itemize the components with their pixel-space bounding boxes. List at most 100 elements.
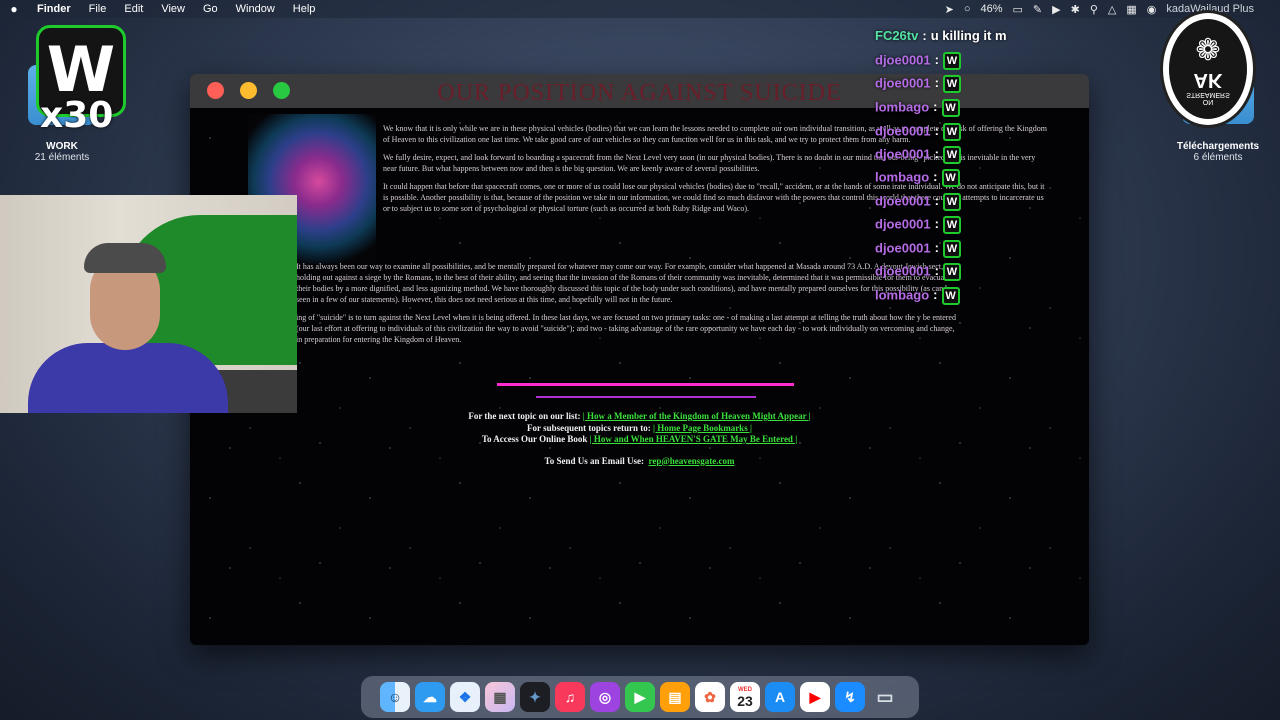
- chat-username: djoe0001: [875, 216, 931, 232]
- chat-username: lombago: [875, 99, 930, 115]
- chat-username: djoe0001: [875, 193, 931, 209]
- chat-line: djoe0001: W: [875, 263, 961, 281]
- chat-line: djoe0001: W: [875, 123, 961, 141]
- chat-line: FC26tv: u killing it m: [875, 28, 1007, 43]
- chat-line: djoe0001: W: [875, 52, 961, 70]
- w-emote-icon: W: [941, 287, 960, 305]
- menu-bar: ● Finder File Edit View Go Window Help ➤…: [0, 0, 1280, 18]
- menu-app-finder[interactable]: Finder: [28, 3, 80, 15]
- chat-separator: :: [934, 263, 939, 279]
- work-folder-name: WORK: [46, 141, 78, 152]
- menu-window[interactable]: Window: [227, 3, 284, 15]
- chat-separator: :: [933, 169, 938, 185]
- dock: ☺ ☁ ❖ ▦ ✦ ♫ ◎ ▶ ▤ ✿ WED 23 A ▶ ↯ ▭: [361, 676, 919, 718]
- trash-icon[interactable]: ▭: [870, 682, 900, 712]
- chat-separator: :: [922, 28, 927, 43]
- photos-icon[interactable]: ✿: [695, 682, 725, 712]
- chat-separator: :: [934, 216, 939, 232]
- menu-view[interactable]: View: [152, 3, 194, 15]
- books-icon[interactable]: ▤: [660, 682, 690, 712]
- footer-bookmarks-link[interactable]: | Home Page Bookmarks |: [653, 423, 752, 433]
- menu-go[interactable]: Go: [194, 3, 227, 15]
- footer-subsequent-label: For subsequent topics return to:: [527, 422, 651, 433]
- chat-line: lombago: W: [875, 99, 960, 117]
- chat-separator: :: [934, 193, 939, 209]
- downloads-folder-label[interactable]: Téléchargements 6 éléments: [1160, 141, 1276, 163]
- chat-username: FC26tv: [875, 28, 919, 43]
- chat-separator: :: [934, 123, 939, 139]
- siri-icon[interactable]: ◉: [1147, 3, 1157, 16]
- footer-email-row: To Send Us an Email Use: rep@heavensgate…: [190, 456, 1089, 468]
- chat-separator: :: [934, 146, 939, 162]
- article-body-lower: It has always been our way to examine al…: [296, 261, 962, 352]
- facetime-icon[interactable]: ▶: [625, 682, 655, 712]
- music-icon[interactable]: ♫: [555, 682, 585, 712]
- chat-line: djoe0001: W: [875, 216, 961, 234]
- webcam-person-body: [28, 343, 228, 413]
- chat-line: lombago: W: [875, 287, 960, 305]
- w-emote-icon: W: [943, 146, 961, 164]
- menu-help[interactable]: Help: [284, 3, 325, 15]
- youtube-icon[interactable]: ▶: [800, 682, 830, 712]
- w-emote-icon: W: [941, 169, 960, 187]
- webcam-person-cap: [84, 243, 166, 273]
- chat-separator: :: [934, 240, 939, 256]
- footer-book-label: To Access Our Online Book: [481, 434, 588, 444]
- chat-line: djoe0001: W: [875, 75, 961, 93]
- ak-logo-letters: AK: [1193, 69, 1223, 91]
- w-x30-logo: W x30: [36, 25, 126, 136]
- davinci-icon[interactable]: ✦: [520, 682, 550, 712]
- w-emote-icon: W: [943, 193, 961, 211]
- battery-percent[interactable]: 46%: [980, 3, 1002, 15]
- chat-username: djoe0001: [875, 240, 931, 256]
- location-icon[interactable]: ➤: [945, 3, 954, 16]
- w-emote-icon: W: [943, 216, 961, 234]
- chat-line: djoe0001: W: [875, 193, 961, 211]
- footer-email-label: To Send Us an Email Use:: [544, 455, 644, 466]
- menu-file[interactable]: File: [80, 3, 116, 15]
- chat-separator: :: [933, 287, 938, 303]
- wifi-icon[interactable]: △: [1108, 3, 1116, 16]
- launchpad-icon[interactable]: ▦: [485, 682, 515, 712]
- apple-menu-icon[interactable]: ●: [0, 2, 28, 16]
- footer-email-link[interactable]: rep@heavensgate.com: [649, 456, 735, 466]
- menu-edit[interactable]: Edit: [115, 3, 152, 15]
- chat-overlay: FC26tv: u killing it m djoe0001: W djoe000…: [875, 25, 1155, 325]
- search-icon[interactable]: ⚲: [1090, 3, 1098, 16]
- divider-purple: [536, 396, 756, 398]
- page-footer: For the next topic on our list: | How a …: [190, 411, 1089, 467]
- chat-line: djoe0001: W: [875, 240, 961, 258]
- ak-logo-sub: STREAMERS: [1186, 91, 1230, 98]
- divider-pink: [497, 383, 794, 386]
- pen-icon[interactable]: ✎: [1033, 3, 1042, 16]
- work-folder-label[interactable]: WORK 21 éléments: [22, 141, 102, 163]
- chat-username: djoe0001: [875, 52, 931, 68]
- battery-icon[interactable]: ▭: [1013, 3, 1023, 16]
- w-emote-icon: W: [943, 123, 961, 141]
- finder-icon[interactable]: ☺: [380, 682, 410, 712]
- safari-icon[interactable]: ❖: [450, 682, 480, 712]
- phoenix-icon: ❁: [1195, 34, 1221, 67]
- paragraph-4: It has always been our way to examine al…: [296, 262, 960, 304]
- calendar-icon[interactable]: WED 23: [730, 682, 760, 712]
- files-icon[interactable]: ☁: [415, 682, 445, 712]
- messenger-icon[interactable]: ↯: [835, 682, 865, 712]
- footer-book-link[interactable]: | How and When HEAVEN'S GATE May Be Ente…: [590, 434, 798, 444]
- w-emote-icon: W: [943, 240, 961, 258]
- w-emote-icon: W: [943, 52, 961, 70]
- w-emote-icon: W: [943, 75, 961, 93]
- control-center-icon[interactable]: ▦: [1126, 3, 1136, 16]
- podcasts-icon[interactable]: ◎: [590, 682, 620, 712]
- chat-message: u killing it m: [930, 28, 1007, 43]
- appstore-icon[interactable]: A: [765, 682, 795, 712]
- downloads-folder-count: 6 éléments: [1193, 152, 1243, 163]
- chat-separator: :: [934, 52, 939, 68]
- chat-username: djoe0001: [875, 146, 931, 162]
- chat-username: djoe0001: [875, 123, 931, 139]
- bluetooth-icon[interactable]: ✱: [1071, 3, 1080, 16]
- play-icon[interactable]: ▶: [1052, 3, 1060, 16]
- chat-separator: :: [934, 75, 939, 91]
- microphone-icon[interactable]: ○: [964, 3, 971, 15]
- chat-line: djoe0001: W: [875, 146, 961, 164]
- footer-next-link[interactable]: | How a Member of the Kingdom of Heaven …: [583, 411, 811, 421]
